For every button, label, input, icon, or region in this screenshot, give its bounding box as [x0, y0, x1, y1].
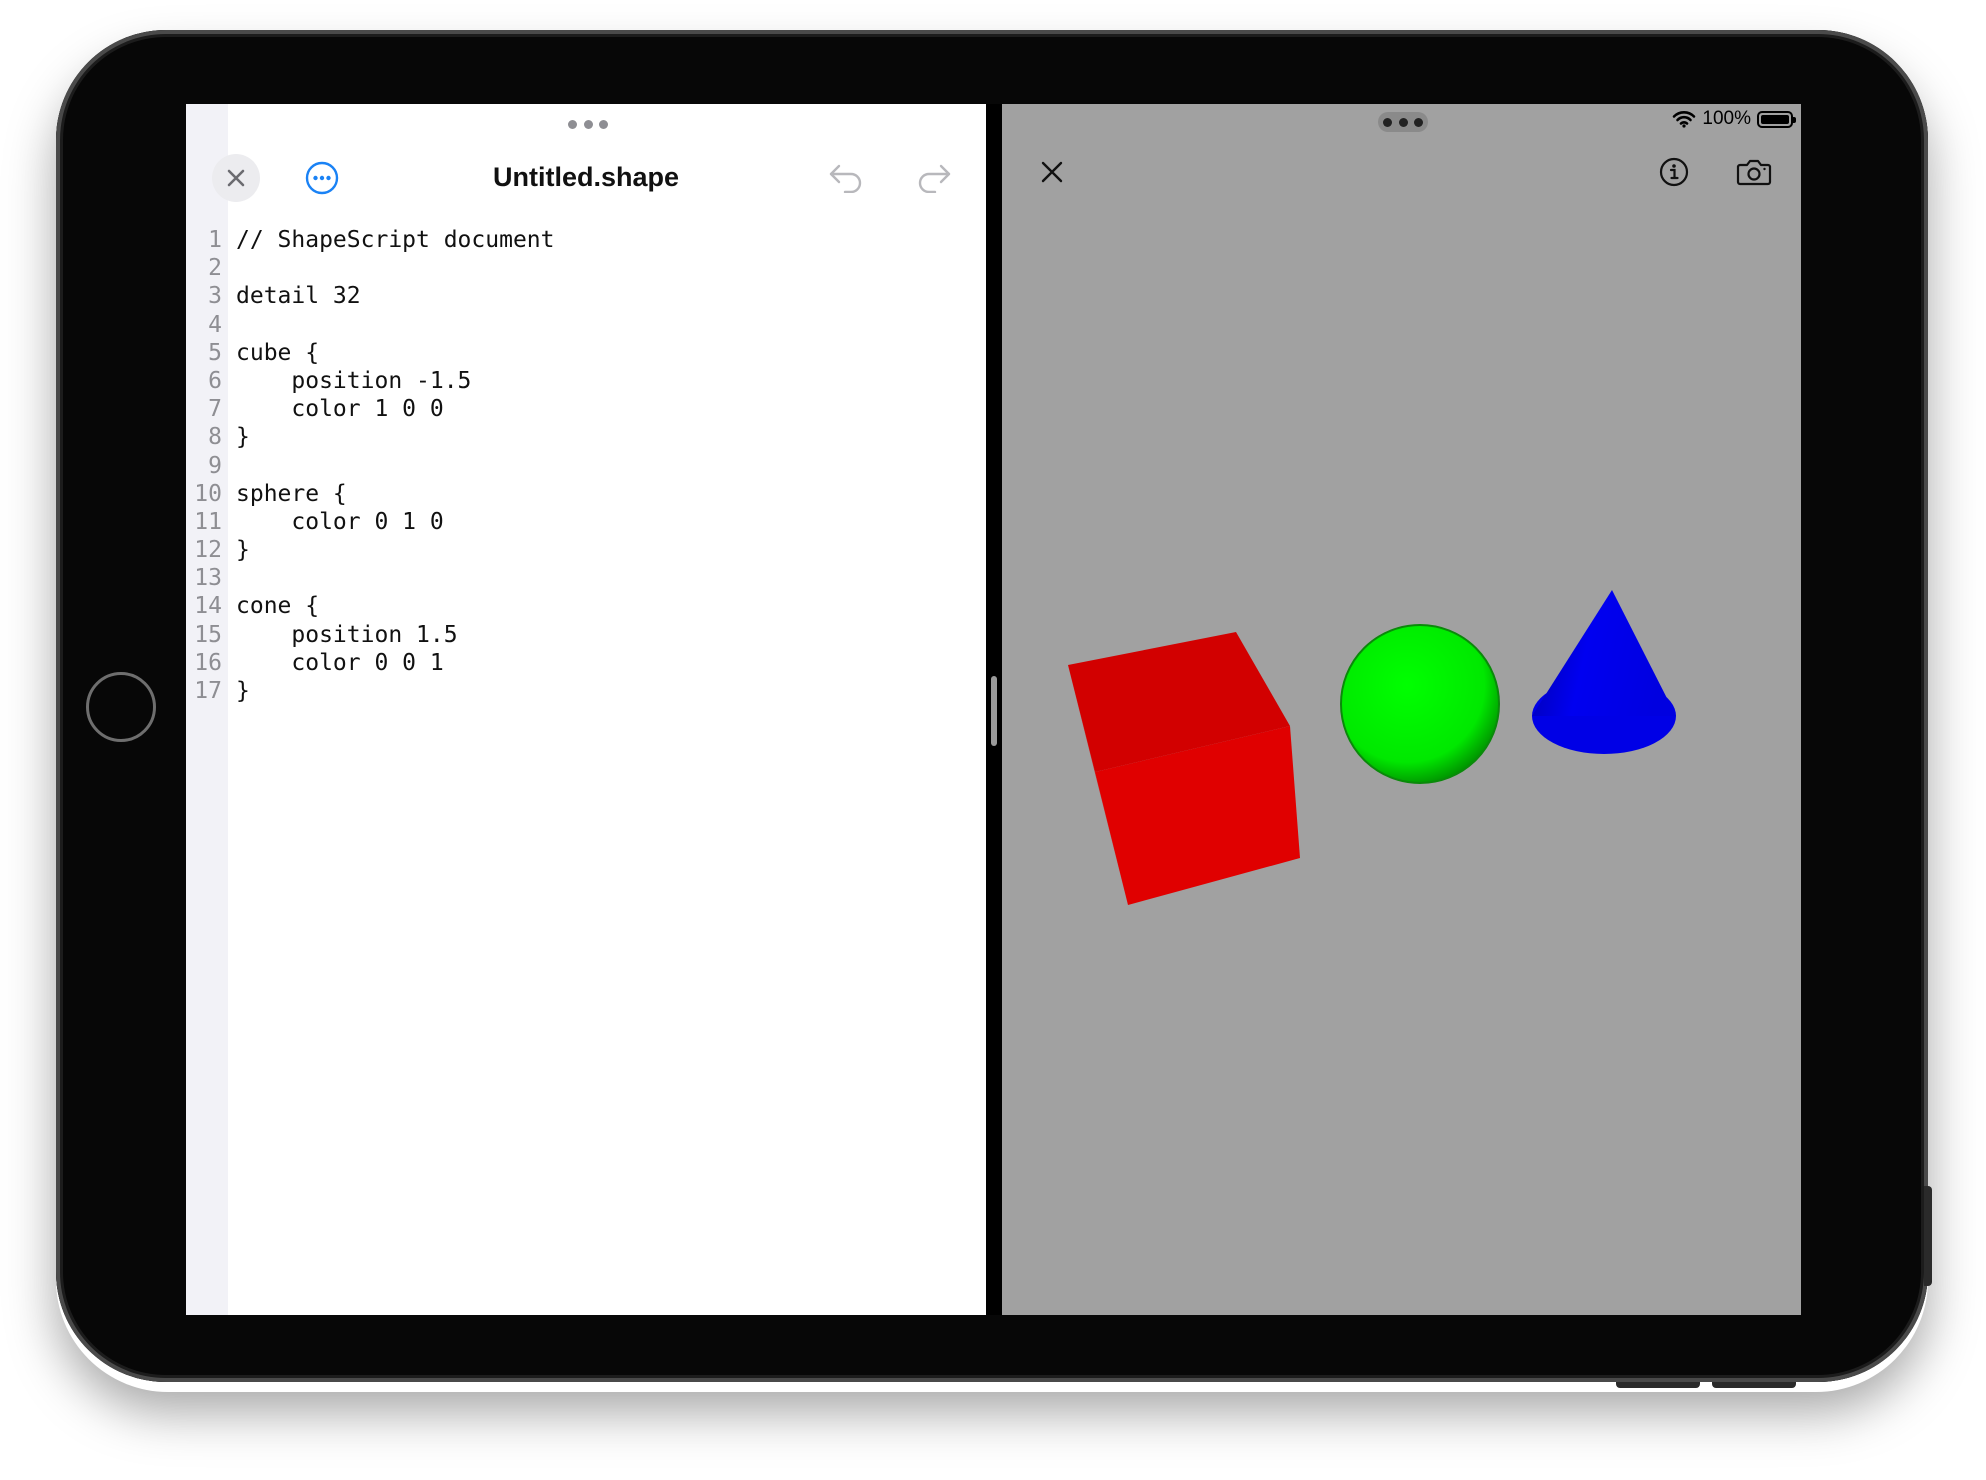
code-line: 13 — [186, 564, 986, 592]
code-line: 9 — [186, 452, 986, 480]
undo-arrow-icon — [829, 164, 862, 193]
code-text[interactable]: cube { — [236, 339, 319, 367]
line-number: 1 — [208, 227, 222, 253]
code-line: 1 // ShapeScript document — [186, 226, 986, 254]
redo-arrow-icon — [918, 164, 951, 193]
preview-pane: 100% — [1002, 104, 1801, 1315]
code-line: 2 — [186, 254, 986, 282]
ipad-screen: Untitled.shape 1// ShapeScript document … — [186, 104, 1801, 1315]
line-number: 3 — [208, 283, 222, 310]
editor-pane: Untitled.shape 1// ShapeScript document … — [186, 104, 986, 1315]
multitasking-menu-icon[interactable] — [568, 118, 608, 130]
code-text[interactable]: detail 32 — [236, 282, 361, 310]
redo-button[interactable] — [912, 160, 956, 196]
code-editor[interactable]: 1// ShapeScript document 2 3 detail 32 4 … — [186, 226, 986, 705]
undo-button[interactable] — [824, 160, 868, 196]
close-document-button[interactable] — [212, 154, 260, 202]
code-line: 7 color 1 0 0 — [186, 395, 986, 423]
document-title[interactable]: Untitled.shape — [436, 162, 736, 193]
line-number: 12 — [194, 537, 222, 564]
line-number: 2 — [208, 255, 222, 282]
code-line: 8} — [186, 423, 986, 451]
code-text[interactable]: position 1.5 — [236, 621, 457, 649]
line-number: 11 — [194, 508, 222, 535]
volume-button — [1924, 1186, 1932, 1286]
code-line: 14 cone { — [186, 592, 986, 620]
code-line: 12} — [186, 536, 986, 564]
line-number: 15 — [194, 621, 222, 648]
code-text[interactable]: } — [236, 536, 250, 564]
line-number: 17 — [194, 678, 222, 704]
split-view-resize-handle[interactable] — [991, 676, 997, 746]
line-number: 5 — [208, 339, 222, 366]
code-text[interactable]: // ShapeScript document — [236, 226, 555, 254]
hardware-button — [1616, 1382, 1700, 1388]
code-text[interactable]: cone { — [236, 592, 319, 620]
code-text[interactable]: position -1.5 — [236, 367, 471, 395]
line-number: 7 — [208, 396, 222, 423]
code-text[interactable]: sphere { — [236, 480, 347, 508]
code-text[interactable]: color 0 0 1 — [236, 649, 443, 677]
code-line: 15 position 1.5 — [186, 621, 986, 649]
more-options-button[interactable] — [302, 158, 342, 198]
line-number: 14 — [194, 593, 222, 620]
hardware-button — [1712, 1382, 1796, 1388]
code-text[interactable]: color 1 0 0 — [236, 395, 443, 423]
cube-shape — [1068, 632, 1300, 905]
code-text[interactable]: color 0 1 0 — [236, 508, 443, 536]
code-line: 17} — [186, 677, 986, 705]
code-line: 16 color 0 0 1 — [186, 649, 986, 677]
line-number: 6 — [208, 367, 222, 394]
code-line: 6 position -1.5 — [186, 367, 986, 395]
ellipsis-circle-icon — [305, 161, 339, 195]
code-text[interactable]: } — [236, 423, 250, 451]
3d-scene-viewport[interactable] — [1002, 104, 1801, 1315]
close-icon — [227, 169, 245, 187]
line-number: 13 — [194, 565, 222, 592]
line-number: 10 — [194, 480, 222, 507]
code-line: 3 detail 32 — [186, 282, 986, 310]
cone-shape — [1532, 590, 1676, 754]
line-number: 4 — [208, 311, 222, 338]
code-text[interactable]: } — [236, 677, 250, 705]
home-button[interactable] — [86, 672, 156, 742]
line-number: 9 — [208, 452, 222, 479]
line-number: 8 — [208, 424, 222, 451]
sphere-shape — [1340, 624, 1500, 784]
code-line: 4 — [186, 311, 986, 339]
line-number: 16 — [194, 649, 222, 676]
code-line: 10 sphere { — [186, 480, 986, 508]
code-line: 11 color 0 1 0 — [186, 508, 986, 536]
code-line: 5 cube { — [186, 339, 986, 367]
